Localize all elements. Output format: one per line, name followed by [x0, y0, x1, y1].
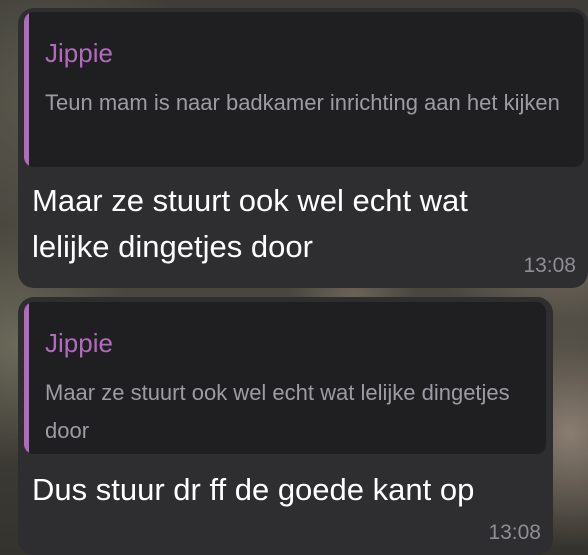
message-bubble[interactable]: Jippie Maar ze stuurt ook wel echt wat l…: [18, 297, 553, 555]
reply-accent-bar: [24, 12, 29, 167]
message-text: Dus stuur dr ff de goede kant op: [32, 472, 475, 507]
message-timestamp: 13:08: [488, 521, 541, 544]
reply-text: Teun mam is naar badkamer inrichting aan…: [45, 90, 560, 115]
reply-quote[interactable]: Jippie Teun mam is naar badkamer inricht…: [24, 12, 584, 167]
reply-text: Maar ze stuurt ook wel echt wat lelijke …: [45, 380, 510, 443]
reply-accent-bar: [24, 302, 29, 454]
message-bubble[interactable]: Jippie Teun mam is naar badkamer inricht…: [18, 8, 588, 288]
message-timestamp: 13:08: [523, 254, 576, 277]
reply-author: Jippie: [45, 38, 113, 68]
reply-author: Jippie: [45, 328, 113, 358]
reply-quote[interactable]: Jippie Maar ze stuurt ook wel echt wat l…: [24, 302, 546, 454]
message-text: Maar ze stuurt ook wel echt wat lelijke …: [32, 183, 468, 264]
